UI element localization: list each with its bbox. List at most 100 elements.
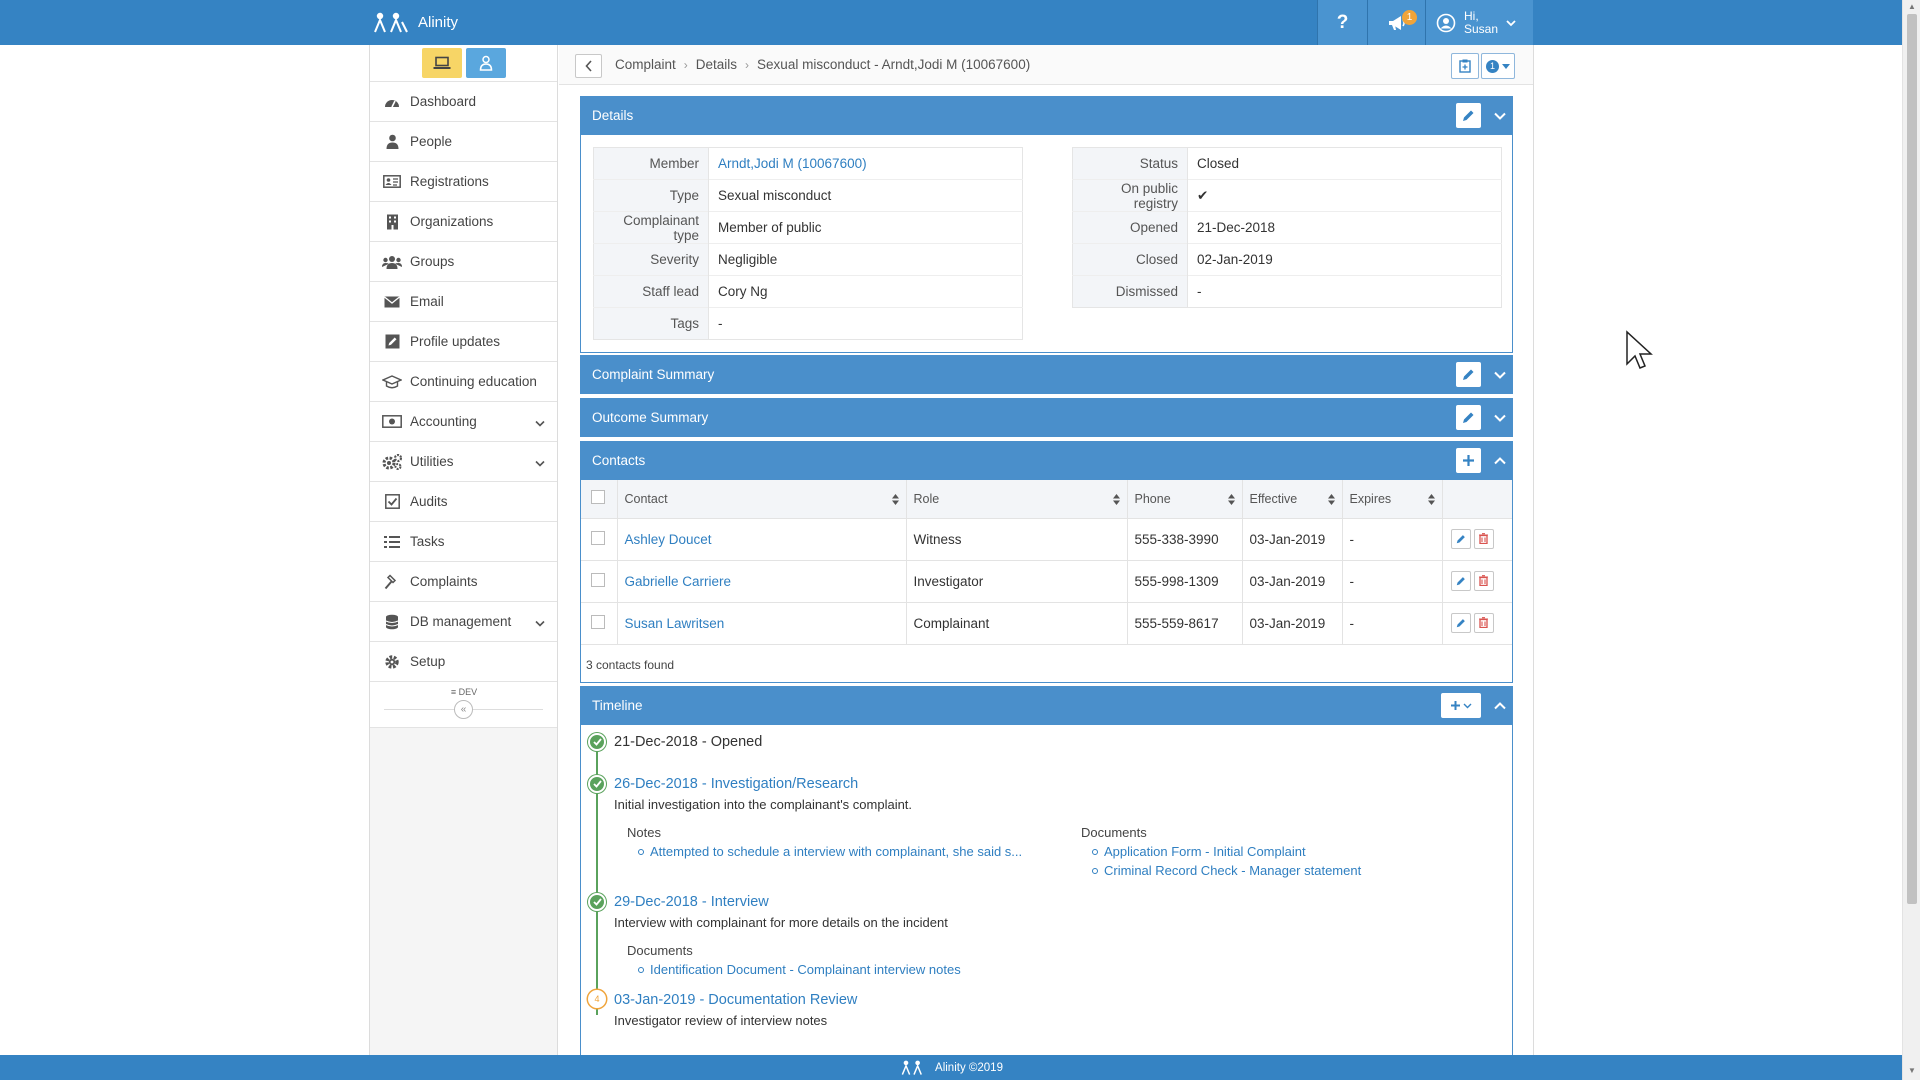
document-link[interactable]: Identification Document - Complainant in… (638, 960, 961, 979)
clipboard-button[interactable] (1451, 53, 1479, 79)
detail-label: Staff lead (593, 275, 709, 308)
contact-link[interactable]: Gabrielle Carriere (625, 574, 732, 589)
member-link[interactable]: Arndt,Jodi M (10067600) (709, 148, 1023, 180)
sidebar-item-db-management[interactable]: DB management (370, 602, 557, 642)
edit-details-button[interactable] (1456, 103, 1481, 128)
desktop-mode-button[interactable] (421, 48, 462, 78)
sidebar-item-registrations[interactable]: Registrations (370, 162, 557, 202)
edit-outcome-summary-button[interactable] (1456, 405, 1481, 430)
edit-complaint-summary-button[interactable] (1456, 362, 1481, 387)
database-icon (382, 612, 402, 632)
select-all-checkbox[interactable] (591, 490, 605, 505)
expand-complaint-summary-button[interactable] (1487, 355, 1513, 394)
contacts-panel-body: Contact Role Phone Effective Expires Ash… (580, 480, 1513, 683)
help-icon: ? (1336, 11, 1349, 33)
scroll-up-arrow-icon[interactable]: ▲ (1908, 2, 1916, 11)
phone-cell: 555-338-3990 (1127, 518, 1243, 561)
timeline-event-link[interactable]: 26-Dec-2018 - Investigation/Research (614, 776, 858, 792)
sidebar-item-label: Organizations (410, 214, 494, 229)
document-link[interactable]: Criminal Record Check - Manager statemen… (1092, 861, 1361, 880)
complaint-summary-panel-header[interactable]: Complaint Summary (580, 355, 1513, 394)
collapse-timeline-button[interactable] (1487, 686, 1513, 725)
plus-icon (1451, 701, 1460, 710)
app-name: Alinity (418, 14, 459, 31)
sidebar-item-utilities[interactable]: Utilities (370, 442, 557, 482)
scroll-down-arrow-icon[interactable]: ▼ (1908, 1066, 1916, 1075)
chevron-up-icon (1494, 701, 1506, 709)
collapse-contacts-button[interactable] (1487, 441, 1513, 480)
client-mode-button[interactable] (465, 48, 506, 78)
plus-icon (1463, 455, 1474, 466)
row-actions-cell (1442, 518, 1512, 561)
announcements-button[interactable]: 1 (1367, 0, 1425, 45)
delete-contact-button[interactable] (1473, 612, 1494, 633)
collapse-details-button[interactable] (1487, 96, 1513, 135)
timeline-event-link[interactable]: 29-Dec-2018 - Interview (614, 894, 769, 910)
timeline-panel-header[interactable]: Timeline (580, 686, 1513, 725)
pencil-icon (1463, 412, 1474, 423)
sidebar-item-continuing-education[interactable]: Continuing education (370, 362, 557, 402)
edit-icon (382, 332, 402, 352)
add-timeline-event-button[interactable] (1441, 693, 1481, 718)
delete-contact-button[interactable] (1473, 570, 1494, 591)
collapse-sidebar-button[interactable]: « (454, 700, 473, 719)
breadcrumb: Complaint › Details › Sexual misconduct … (615, 57, 1030, 72)
outcome-summary-panel-header[interactable]: Outcome Summary (580, 398, 1513, 437)
user-menu[interactable]: Hi, Susan (1425, 0, 1533, 45)
sidebar-item-setup[interactable]: Setup (370, 642, 557, 682)
row-checkbox[interactable] (591, 572, 605, 587)
document-link[interactable]: Application Form - Initial Complaint (1092, 842, 1361, 861)
caret-down-icon (1502, 63, 1510, 69)
column-header-effective[interactable]: Effective (1242, 480, 1343, 519)
chevron-down-icon (1494, 371, 1506, 379)
role-cell: Complainant (906, 602, 1128, 645)
back-button[interactable] (575, 54, 602, 78)
sidebar-item-organizations[interactable]: Organizations (370, 202, 557, 242)
contact-link[interactable]: Susan Lawritsen (625, 616, 725, 631)
detail-value: Sexual misconduct (708, 179, 1023, 212)
sidebar-item-profile-updates[interactable]: Profile updates (370, 322, 557, 362)
alinity-logo-icon (901, 1060, 922, 1075)
sidebar-item-email[interactable]: Email (370, 282, 557, 322)
help-button[interactable]: ? (1317, 0, 1367, 45)
sidebar-item-tasks[interactable]: Tasks (370, 522, 557, 562)
page-scrollbar[interactable]: ▲ ▼ (1902, 0, 1920, 1080)
sidebar-item-dashboard[interactable]: Dashboard (370, 82, 557, 122)
note-link[interactable]: Attempted to schedule a interview with c… (638, 842, 1022, 861)
breadcrumb-separator: › (683, 57, 688, 72)
add-contact-button[interactable] (1456, 448, 1481, 473)
edit-contact-button[interactable] (1450, 613, 1471, 634)
column-header-phone[interactable]: Phone (1127, 480, 1243, 519)
group-icon (382, 252, 402, 272)
scroll-thumb[interactable] (1907, 14, 1917, 904)
column-header-expires[interactable]: Expires (1342, 480, 1443, 519)
breadcrumb-details[interactable]: Details (696, 57, 737, 72)
sidebar-item-people[interactable]: People (370, 122, 557, 162)
edit-contact-button[interactable] (1450, 571, 1471, 592)
breadcrumb-complaint[interactable]: Complaint (615, 57, 676, 72)
database-small-icon: ≡ (450, 687, 457, 697)
chevron-down-icon (535, 415, 545, 430)
tasks-dropdown-button[interactable]: 1 (1481, 53, 1515, 79)
sidebar-item-label: Continuing education (410, 374, 537, 389)
contact-link[interactable]: Ashley Doucet (625, 532, 712, 547)
brand[interactable]: Alinity (372, 0, 458, 45)
row-checkbox[interactable] (591, 530, 605, 545)
column-header-role[interactable]: Role (906, 480, 1128, 519)
sidebar-item-accounting[interactable]: Accounting (370, 402, 557, 442)
sidebar-item-groups[interactable]: Groups (370, 242, 557, 282)
sidebar-item-complaints[interactable]: Complaints (370, 562, 557, 602)
trash-icon (1479, 575, 1488, 587)
delete-contact-button[interactable] (1473, 528, 1494, 549)
expand-outcome-summary-button[interactable] (1487, 398, 1513, 437)
details-panel-header[interactable]: Details (580, 96, 1513, 135)
timeline-event-link[interactable]: 03-Jan-2019 - Documentation Review (614, 992, 857, 1008)
contacts-panel-header[interactable]: Contacts (580, 441, 1513, 480)
sidebar-item-audits[interactable]: Audits (370, 482, 557, 522)
sidebar: Dashboard People Registrations Organization… (370, 45, 558, 1055)
row-checkbox[interactable] (591, 614, 605, 629)
edit-contact-button[interactable] (1450, 529, 1471, 550)
column-header-contact[interactable]: Contact (617, 480, 907, 519)
count-badge: 1 (1486, 59, 1499, 73)
person-icon (382, 132, 402, 152)
